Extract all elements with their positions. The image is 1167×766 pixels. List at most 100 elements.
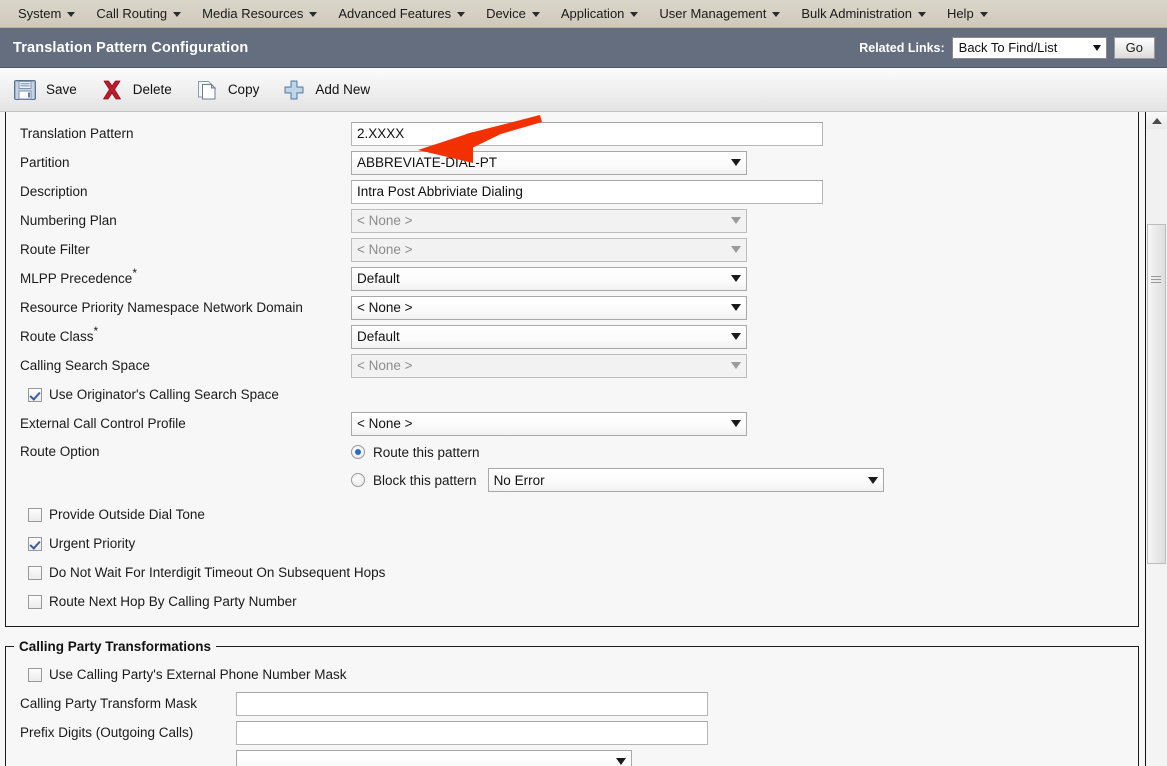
- chevron-down-icon: [867, 476, 878, 484]
- menu-item-advanced-features[interactable]: Advanced Features: [328, 2, 476, 25]
- field-row-mlpp-precedence: MLPP Precedence* Default: [6, 264, 1138, 293]
- required-asterisk: *: [132, 265, 137, 280]
- label-numbering-plan: Numbering Plan: [20, 213, 117, 228]
- resource-priority-namespace-value: < None >: [357, 300, 413, 315]
- menu-label: Device: [486, 6, 526, 21]
- chevron-down-icon: [731, 275, 741, 282]
- provide-outside-dial-tone-label: Provide Outside Dial Tone: [49, 507, 205, 522]
- route-class-select[interactable]: Default: [351, 324, 747, 349]
- route-class-value: Default: [357, 329, 400, 344]
- mlpp-precedence-select[interactable]: Default: [351, 266, 747, 291]
- menu-item-application[interactable]: Application: [551, 2, 650, 25]
- block-this-pattern-option[interactable]: Block this pattern No Error: [351, 466, 884, 494]
- label-calling-search-space: Calling Search Space: [20, 358, 150, 373]
- chevron-down-icon: [731, 333, 741, 340]
- required-asterisk: *: [93, 323, 99, 338]
- calling-party-transform-mask-input[interactable]: [236, 691, 708, 716]
- translation-pattern-input[interactable]: 2.XXXX: [351, 121, 823, 146]
- route-this-pattern-option[interactable]: Route this pattern: [351, 438, 884, 466]
- menu-label: Call Routing: [96, 6, 168, 21]
- menu-item-help[interactable]: Help: [937, 2, 999, 25]
- use-originator-css-checkbox[interactable]: [28, 387, 42, 402]
- page-header-bar: Translation Pattern Configuration Relate…: [0, 28, 1167, 68]
- scrollbar-track-above[interactable]: [1147, 129, 1166, 224]
- pattern-definition-legend: Pattern Definition: [14, 112, 137, 115]
- vertical-scrollbar[interactable]: [1145, 112, 1167, 766]
- field-row-numbering-plan: Numbering Plan < None >: [6, 206, 1138, 235]
- chevron-down-icon: [731, 304, 741, 311]
- triangle-up-icon: [1151, 117, 1162, 124]
- external-call-control-profile-select[interactable]: < None >: [351, 411, 747, 436]
- use-external-phone-number-mask-label: Use Calling Party's External Phone Numbe…: [49, 667, 347, 682]
- field-row-partially-visible: [6, 747, 1138, 766]
- chevron-down-icon: [531, 12, 540, 17]
- menu-item-media-resources[interactable]: Media Resources: [192, 2, 328, 25]
- save-button-label: Save: [46, 82, 77, 97]
- block-this-pattern-label: Block this pattern: [373, 472, 477, 488]
- field-row-external-call-control-profile: External Call Control Profile < None >: [6, 409, 1138, 438]
- delete-button[interactable]: Delete: [99, 77, 172, 103]
- menu-label: User Management: [659, 6, 767, 21]
- use-external-phone-number-mask-row: Use Calling Party's External Phone Numbe…: [6, 660, 1138, 689]
- go-button[interactable]: Go: [1113, 36, 1155, 59]
- description-value: Intra Post Abbriviate Dialing: [357, 184, 523, 199]
- route-next-hop-by-calling-party-row: Route Next Hop By Calling Party Number: [6, 587, 1138, 616]
- label-resource-priority-namespace: Resource Priority Namespace Network Doma…: [20, 300, 303, 315]
- numbering-plan-value: < None >: [357, 213, 413, 228]
- chevron-down-icon: [457, 12, 466, 17]
- copy-button[interactable]: Copy: [194, 77, 259, 103]
- external-call-control-profile-value: < None >: [357, 416, 413, 431]
- menu-item-user-management[interactable]: User Management: [649, 2, 791, 25]
- menu-label: Help: [946, 6, 974, 21]
- menu-item-call-routing[interactable]: Call Routing: [86, 2, 192, 25]
- provide-outside-dial-tone-checkbox[interactable]: [28, 507, 42, 522]
- menu-item-device[interactable]: Device: [476, 2, 551, 25]
- label-text: Route Class: [20, 329, 94, 344]
- route-filter-select: < None >: [351, 237, 747, 262]
- configuration-form: Pattern Definition Translation Pattern 2…: [0, 112, 1144, 766]
- plus-icon: [284, 80, 304, 99]
- label-external-call-control-profile: External Call Control Profile: [20, 416, 186, 431]
- chevron-down-icon: [731, 362, 741, 369]
- label-partition: Partition: [20, 155, 70, 170]
- save-disk-icon: [14, 79, 36, 100]
- related-links-group: Related Links: Back To Find/List Go: [859, 36, 1155, 59]
- label-text: MLPP Precedence: [20, 271, 133, 286]
- delete-button-label: Delete: [132, 82, 172, 97]
- route-filter-value: < None >: [357, 242, 413, 257]
- field-row-route-option: Route Option Route this pattern Block th…: [6, 438, 1138, 494]
- menu-label: Advanced Features: [338, 6, 452, 21]
- prefix-digits-outgoing-calls-input[interactable]: [236, 720, 708, 745]
- action-toolbar: Save Delete Copy Add New: [0, 68, 1167, 112]
- partition-select[interactable]: ABBREVIATE-DIAL-PT: [351, 150, 747, 175]
- field-row-prefix-digits-outgoing-calls: Prefix Digits (Outgoing Calls): [6, 718, 1138, 747]
- urgent-priority-checkbox[interactable]: [28, 536, 42, 551]
- label-route-filter: Route Filter: [20, 242, 90, 257]
- block-this-pattern-radio[interactable]: [351, 473, 365, 487]
- urgent-priority-row: Urgent Priority: [6, 529, 1138, 558]
- route-this-pattern-radio[interactable]: [351, 445, 365, 459]
- related-links-select[interactable]: Back To Find/List: [951, 36, 1107, 59]
- resource-priority-namespace-select[interactable]: < None >: [351, 295, 747, 320]
- menu-item-system[interactable]: System: [8, 2, 86, 25]
- partition-value: ABBREVIATE-DIAL-PT: [357, 155, 498, 170]
- label-prefix-digits-outgoing-calls: Prefix Digits (Outgoing Calls): [20, 725, 194, 740]
- route-option-group: Route this pattern Block this pattern No…: [351, 438, 884, 494]
- block-reason-select[interactable]: No Error: [487, 468, 884, 492]
- scrollbar-thumb[interactable]: [1147, 224, 1166, 564]
- do-not-wait-interdigit-timeout-checkbox[interactable]: [28, 565, 42, 580]
- use-external-phone-number-mask-checkbox[interactable]: [28, 667, 42, 682]
- route-next-hop-by-calling-party-checkbox[interactable]: [28, 594, 42, 609]
- calling-party-transformations-panel: Calling Party Transformations Use Callin…: [5, 639, 1139, 766]
- scroll-up-button[interactable]: [1146, 112, 1167, 129]
- chevron-down-icon: [616, 758, 626, 765]
- partially-visible-select[interactable]: [236, 749, 632, 766]
- add-new-button[interactable]: Add New: [281, 77, 370, 103]
- field-row-route-filter: Route Filter < None >: [6, 235, 1138, 264]
- delete-x-icon: [102, 80, 121, 99]
- menu-item-bulk-administration[interactable]: Bulk Administration: [791, 2, 937, 25]
- numbering-plan-select: < None >: [351, 208, 747, 233]
- calling-search-space-value: < None >: [357, 358, 413, 373]
- save-button[interactable]: Save: [12, 77, 77, 103]
- description-input[interactable]: Intra Post Abbriviate Dialing: [351, 179, 823, 204]
